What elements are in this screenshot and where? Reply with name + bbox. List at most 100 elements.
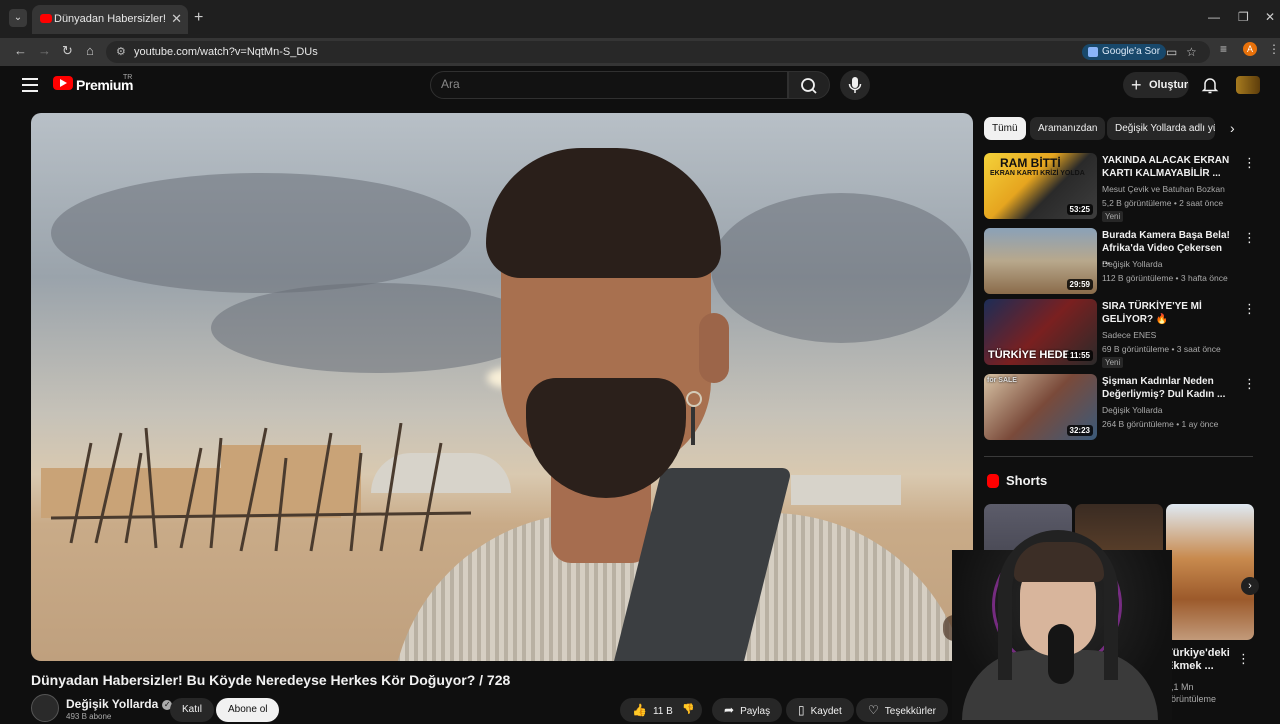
save-button[interactable]: ▯ Kaydet bbox=[786, 698, 854, 722]
thumbs-up-icon: 👍 bbox=[632, 703, 647, 717]
recommendation-meta: 264 B görüntüleme • 1 ay önce bbox=[1102, 419, 1219, 429]
shorts-heading: Shorts bbox=[1006, 473, 1048, 488]
bookmark-star-icon[interactable]: ☆ bbox=[1186, 45, 1197, 59]
tab-search-chevron-icon[interactable]: ⌄ bbox=[9, 9, 27, 27]
close-window-icon[interactable]: ✕ bbox=[1265, 10, 1275, 24]
video-thumbnail[interactable]: for SALE 32:23 bbox=[984, 374, 1097, 440]
tab-title: Dünyadan Habersizler! Bu Köyde Neredeyse… bbox=[54, 13, 166, 25]
voice-search-button[interactable] bbox=[840, 70, 870, 100]
microphone bbox=[1048, 624, 1074, 684]
channel-name-text[interactable]: Değişik Yollarda bbox=[66, 697, 158, 711]
browser-tab-bar: ⌄ Dünyadan Habersizler! Bu Köyde Neredey… bbox=[0, 0, 1280, 38]
close-tab-icon[interactable]: ✕ bbox=[171, 11, 182, 27]
chip-from-search[interactable]: Aramanızdan bbox=[1030, 117, 1106, 140]
more-options-icon[interactable]: ⋮ bbox=[1243, 155, 1256, 171]
region-code: TR bbox=[123, 74, 133, 81]
youtube-favicon-icon bbox=[40, 14, 52, 23]
channel-name[interactable]: Değişik Yollarda ✓ bbox=[66, 697, 173, 711]
video-player[interactable] bbox=[31, 113, 973, 661]
youtube-logo-icon[interactable] bbox=[53, 76, 73, 90]
video-thumbnail[interactable]: TÜRKİYE HEDE 11:55 bbox=[984, 299, 1097, 365]
recommendation-meta: 5,2 B görüntüleme • 2 saat önce bbox=[1102, 198, 1224, 208]
like-count: 11 B bbox=[652, 706, 673, 717]
recommendation-title[interactable]: SIRA TÜRKİYE'YE Mİ GELİYOR? 🔥 bbox=[1102, 300, 1230, 326]
new-badge: Yeni bbox=[1102, 211, 1124, 222]
subscribe-button[interactable]: Abone ol bbox=[216, 698, 280, 722]
recommendation-meta: 69 B görüntüleme • 3 saat önce bbox=[1102, 344, 1221, 354]
share-label: Paylaş bbox=[740, 706, 771, 717]
chip-all[interactable]: Tümü bbox=[984, 117, 1026, 140]
save-label: Kaydet bbox=[810, 706, 842, 717]
recommendation-channel[interactable]: Değişik Yollarda bbox=[1102, 259, 1162, 269]
browser-menu-icon[interactable]: ⋮ bbox=[1268, 42, 1280, 56]
share-arrow-icon: ➦ bbox=[724, 703, 735, 717]
home-icon[interactable]: ⌂ bbox=[86, 43, 94, 58]
recommendation-item[interactable]: TÜRKİYE HEDE 11:55 SIRA TÜRKİYE'YE Mİ GE… bbox=[984, 299, 1256, 368]
like-button[interactable]: 👍 11 B bbox=[620, 698, 681, 722]
bookmark-icon: ▯ bbox=[798, 703, 805, 717]
microphone-icon bbox=[848, 77, 862, 93]
chip-from-uploader[interactable]: Değişik Yollarda adlı yükleyiciden bbox=[1107, 117, 1215, 140]
thanks-button[interactable]: ♡ Teşekkürler bbox=[856, 698, 948, 722]
reload-icon[interactable]: ↻ bbox=[62, 43, 73, 59]
super-thanks-icon: ♡ bbox=[868, 703, 879, 717]
back-icon[interactable]: ← bbox=[14, 43, 27, 58]
join-button[interactable]: Katıl bbox=[170, 698, 215, 722]
thumbnail-text: TÜRKİYE HEDE bbox=[988, 349, 1070, 361]
browser-tab[interactable]: Dünyadan Habersizler! Bu Köyde Neredeyse… bbox=[32, 5, 188, 34]
video-thumbnail[interactable]: 29:59 bbox=[984, 228, 1097, 294]
video-thumbnail[interactable]: RAM BİTTİ EKRAN KARTI KRİZİ YOLDA 53:25 bbox=[984, 153, 1097, 219]
forward-icon[interactable]: → bbox=[38, 43, 51, 58]
person-hair bbox=[486, 148, 721, 278]
new-badge: Yeni bbox=[1102, 357, 1124, 368]
short-meta: 3,1 Mn görüntüleme bbox=[1166, 682, 1217, 704]
recommendation-item[interactable]: 29:59 Burada Kamera Başa Bela! Afrika'da… bbox=[984, 228, 1256, 296]
account-avatar[interactable] bbox=[1236, 76, 1260, 94]
google-ask-button[interactable]: Google'a Sor bbox=[1082, 44, 1167, 60]
short-title[interactable]: Türkiye'deki Ekmek ... bbox=[1166, 647, 1232, 673]
cloud bbox=[211, 283, 541, 373]
minimize-icon[interactable]: — bbox=[1208, 10, 1220, 24]
thumbs-down-icon: 👎 bbox=[682, 704, 695, 715]
search-button[interactable] bbox=[788, 71, 830, 99]
earring-pendant bbox=[691, 407, 695, 445]
more-options-icon[interactable]: ⋮ bbox=[1243, 301, 1256, 317]
recommendation-title[interactable]: YAKINDA ALACAK EKRAN KARTI KALMAYABİLİR … bbox=[1102, 154, 1230, 180]
recommendation-title[interactable]: Şişman Kadınlar Neden Değerliymiş? Dul K… bbox=[1102, 375, 1230, 401]
more-options-icon[interactable]: ⋮ bbox=[1237, 651, 1250, 667]
person-ear bbox=[699, 313, 729, 383]
site-info-icon[interactable]: ⚙ bbox=[116, 45, 126, 58]
browser-profile-avatar[interactable]: A bbox=[1243, 42, 1257, 56]
recommendation-item[interactable]: for SALE 32:23 Şişman Kadınlar Neden Değ… bbox=[984, 374, 1256, 442]
dislike-button[interactable]: 👎 bbox=[674, 698, 703, 722]
recommendation-channel[interactable]: Mesut Çevik ve Batuhan Bozkan bbox=[1102, 184, 1225, 194]
plus-icon: + bbox=[1131, 75, 1142, 95]
recommendation-channel[interactable]: Sadece ENES bbox=[1102, 330, 1156, 340]
short-thumbnail[interactable] bbox=[1166, 504, 1254, 640]
more-options-icon[interactable]: ⋮ bbox=[1243, 376, 1256, 392]
cloud bbox=[51, 173, 471, 293]
new-tab-icon[interactable]: + bbox=[194, 10, 203, 26]
more-options-icon[interactable]: ⋮ bbox=[1243, 230, 1256, 246]
earring bbox=[686, 391, 702, 407]
notifications-bell-icon[interactable] bbox=[1201, 76, 1219, 94]
create-button[interactable]: + Oluştur bbox=[1123, 72, 1189, 98]
hamburger-menu-icon[interactable] bbox=[22, 78, 38, 92]
reading-list-icon[interactable]: ≡ bbox=[1220, 42, 1227, 56]
recommendation-item[interactable]: RAM BİTTİ EKRAN KARTI KRİZİ YOLDA 53:25 … bbox=[984, 153, 1256, 222]
video-duration: 32:23 bbox=[1066, 425, 1093, 436]
recommendation-channel[interactable]: Değişik Yollarda bbox=[1102, 405, 1162, 415]
chevron-right-icon[interactable]: › bbox=[1230, 120, 1235, 136]
url-text[interactable]: youtube.com/watch?v=NqtMn-S_DUs bbox=[134, 46, 318, 58]
search-icon bbox=[801, 78, 817, 94]
video-duration: 11:55 bbox=[1066, 350, 1093, 361]
address-bar[interactable]: ⚙ youtube.com/watch?v=NqtMn-S_DUs Google… bbox=[106, 41, 1210, 63]
shorts-next-icon[interactable]: › bbox=[1241, 577, 1259, 595]
share-button[interactable]: ➦ Paylaş bbox=[712, 698, 783, 722]
maximize-icon[interactable]: ❐ bbox=[1238, 10, 1249, 24]
search-input[interactable] bbox=[441, 77, 741, 91]
tent bbox=[791, 475, 901, 505]
install-app-icon[interactable]: ▭ bbox=[1166, 45, 1177, 59]
channel-avatar[interactable] bbox=[31, 694, 59, 722]
thanks-label: Teşekkürler bbox=[884, 706, 936, 717]
